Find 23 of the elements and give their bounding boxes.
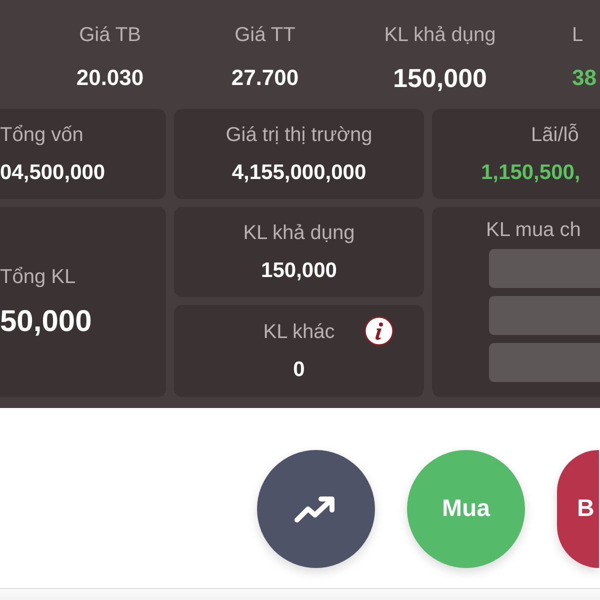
card-value: 04,500,000 [0,160,106,186]
card-label: Lãi/lỗ [531,122,579,148]
card-value: 50,000 [0,304,92,340]
summary-label: KL khả dụng [384,23,496,48]
card-label: Tổng vốn [0,123,84,148]
card-value: 150,000 [261,258,337,284]
card-value: 0 [293,357,305,383]
summary-value: 27.700 [231,64,299,92]
summary-label: L [572,23,584,48]
card-value: 4,155,000,000 [232,160,366,186]
summary-value: 20.030 [76,64,144,92]
summary-value: 38 [572,64,596,92]
card-value: 1,150,500, [481,160,580,186]
summary-label: Giá TT [234,23,296,48]
summary-label: Giá TB [79,23,141,48]
sell-button[interactable]: B [557,450,599,568]
card-label: Giá trị thị trường [226,123,372,148]
summary-value: 150,000 [393,64,487,92]
card-label: KL khả dụng [243,221,355,246]
card-label: Tổng KL [0,265,76,290]
card-label: KL khác [263,320,335,345]
card-label: KL mua ch [486,218,581,243]
info-icon[interactable] [364,316,394,346]
